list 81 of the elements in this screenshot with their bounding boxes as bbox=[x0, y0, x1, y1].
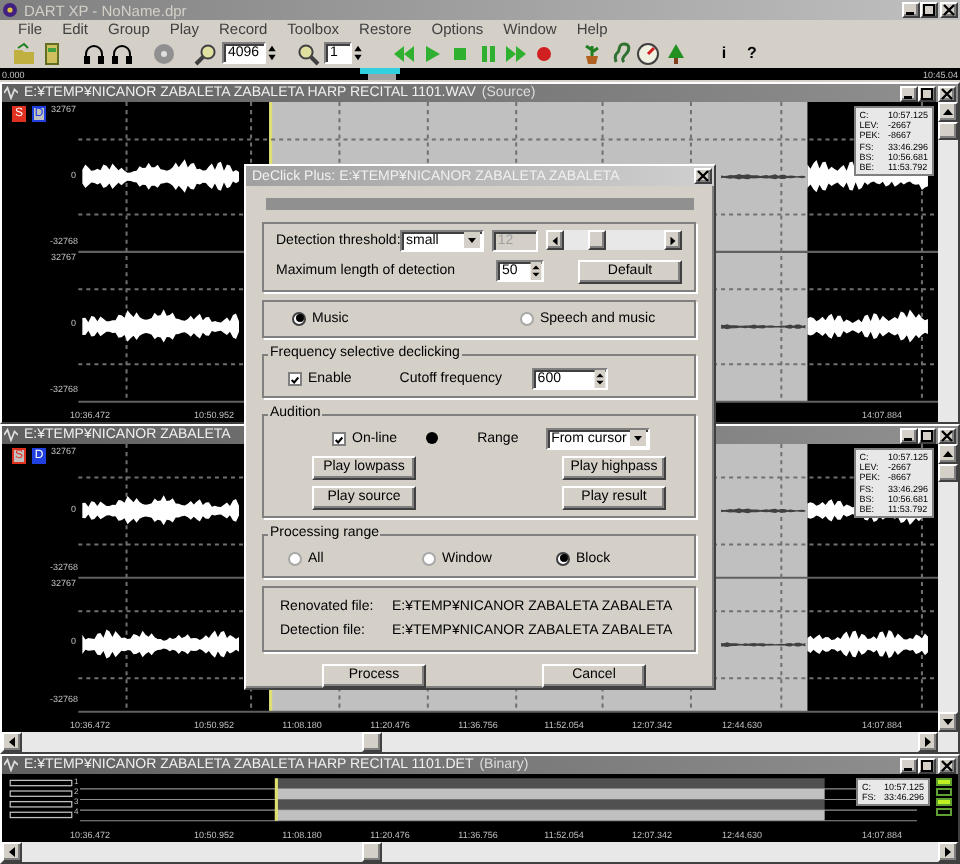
maximize-button[interactable] bbox=[918, 427, 936, 443]
maximize-icon bbox=[920, 759, 934, 771]
tree-icon[interactable] bbox=[664, 41, 688, 65]
caret-icon[interactable] bbox=[463, 232, 480, 248]
zoom-icon[interactable] bbox=[296, 41, 320, 65]
maximize-icon bbox=[920, 429, 934, 441]
scroll-up-button[interactable] bbox=[938, 102, 958, 122]
headphones-icon[interactable] bbox=[82, 41, 106, 65]
scroll-down-button[interactable] bbox=[938, 712, 958, 732]
close-icon bbox=[940, 429, 954, 441]
scroll-right-icon bbox=[922, 736, 934, 748]
close-button[interactable] bbox=[938, 427, 956, 443]
toolbar-button[interactable]: ? bbox=[740, 41, 764, 65]
scroll-left-button[interactable] bbox=[2, 732, 22, 752]
close-icon bbox=[940, 759, 954, 771]
spinner-icon[interactable] bbox=[530, 262, 542, 280]
record-icon[interactable] bbox=[532, 41, 556, 65]
maximize-icon bbox=[920, 87, 934, 99]
spinner-icon[interactable] bbox=[593, 369, 606, 387]
gauge-icon[interactable] bbox=[636, 41, 660, 65]
radio-circle[interactable] bbox=[292, 311, 306, 325]
radio-circle[interactable] bbox=[556, 551, 570, 565]
scroll-left-icon bbox=[6, 736, 18, 748]
headphones-icon[interactable] bbox=[110, 41, 134, 65]
app-icon bbox=[2, 2, 18, 18]
checkmark-icon bbox=[290, 373, 300, 385]
scroll-right-button[interactable] bbox=[918, 732, 938, 752]
minimize-button[interactable] bbox=[900, 427, 918, 443]
radio-circle[interactable] bbox=[422, 551, 436, 565]
left-arrow-icon bbox=[549, 235, 560, 245]
scroll-left-button[interactable] bbox=[2, 842, 22, 862]
scroll-right-icon bbox=[942, 846, 954, 858]
track-bar bbox=[9, 811, 73, 819]
checkmark-icon bbox=[334, 433, 344, 445]
scroll-right-button[interactable] bbox=[938, 842, 958, 862]
minimize-button[interactable] bbox=[902, 2, 920, 18]
close-button[interactable] bbox=[938, 757, 956, 773]
maximize-button[interactable] bbox=[918, 757, 936, 773]
close-button[interactable] bbox=[694, 168, 712, 184]
close-icon bbox=[940, 87, 954, 99]
track-bar bbox=[9, 801, 73, 808]
ear-icon[interactable] bbox=[608, 41, 632, 65]
toolbar-button[interactable]: i bbox=[712, 41, 736, 65]
maximize-button[interactable] bbox=[918, 85, 936, 101]
close-icon bbox=[696, 170, 710, 182]
zoom-icon[interactable] bbox=[194, 41, 218, 65]
scroll-down-icon bbox=[942, 716, 954, 728]
scroll-up-icon bbox=[942, 106, 954, 118]
wave-icon bbox=[4, 86, 18, 100]
scroll-thumb[interactable] bbox=[362, 842, 382, 862]
scroll-up-button[interactable] bbox=[938, 444, 958, 464]
scroll-thumb[interactable] bbox=[362, 732, 382, 752]
close-icon bbox=[942, 4, 956, 16]
close-button[interactable] bbox=[940, 2, 958, 18]
document-icon[interactable] bbox=[40, 41, 64, 65]
plant-icon[interactable] bbox=[580, 41, 604, 65]
wave-icon bbox=[4, 428, 18, 442]
checkbox-square[interactable] bbox=[332, 431, 346, 445]
maximize-icon bbox=[922, 4, 936, 16]
folder-icon[interactable] bbox=[12, 41, 36, 65]
wave-icon bbox=[4, 758, 18, 772]
cursor-line bbox=[274, 778, 278, 821]
maximize-button[interactable] bbox=[920, 2, 938, 18]
minimize-button[interactable] bbox=[900, 757, 918, 773]
track-bar bbox=[9, 779, 73, 787]
slider-right-button[interactable] bbox=[664, 230, 682, 250]
radio-circle[interactable] bbox=[288, 551, 302, 565]
checkbox-square[interactable] bbox=[288, 371, 302, 385]
track-bar bbox=[9, 790, 73, 797]
caret-icon[interactable] bbox=[629, 430, 646, 446]
scroll-thumb[interactable] bbox=[938, 122, 958, 140]
close-button[interactable] bbox=[938, 85, 956, 101]
threshold-slider[interactable] bbox=[545, 230, 682, 250]
scroll-left-icon bbox=[6, 846, 18, 858]
slider-thumb[interactable] bbox=[587, 230, 606, 250]
slider-left-button[interactable] bbox=[545, 230, 564, 250]
radio-circle[interactable] bbox=[520, 311, 534, 325]
scroll-thumb[interactable] bbox=[938, 464, 958, 482]
scroll-up-icon bbox=[942, 448, 954, 460]
minimize-button[interactable] bbox=[900, 85, 918, 101]
right-arrow-icon bbox=[668, 235, 678, 245]
